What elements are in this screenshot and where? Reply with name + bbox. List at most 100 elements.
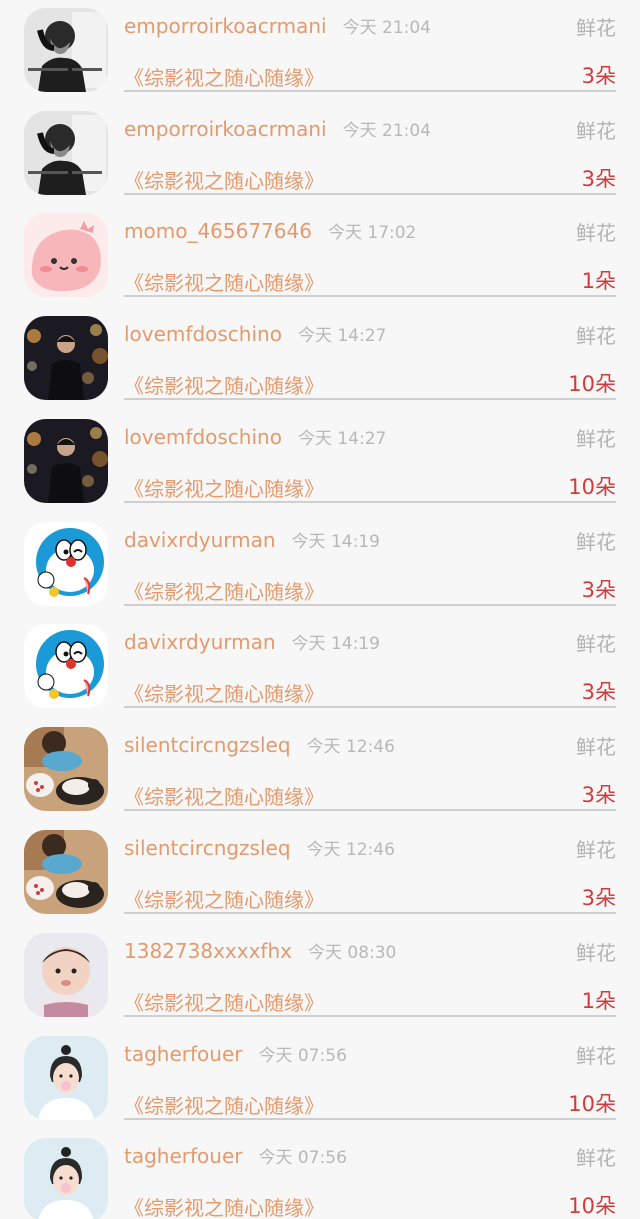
timestamp: 今天 14:27 (297, 429, 387, 449)
username[interactable]: tagherfouer 今天 07:56 (124, 1041, 347, 1066)
list-item[interactable]: tagherfouer 今天 07:56 鲜花 《综影视之随心随缘》 10朵 (0, 1028, 640, 1131)
list-item[interactable]: lovemfdoschino 今天 14:27 鲜花 《综影视之随心随缘》 10朵 (0, 411, 640, 514)
gift-type-label: 鲜花 (576, 119, 616, 143)
username-text[interactable]: tagherfouer (124, 1042, 242, 1066)
gift-type-label: 鲜花 (576, 427, 616, 451)
divider (124, 1118, 616, 1120)
book-title[interactable]: 《综影视之随心随缘》 (124, 473, 324, 502)
username-text[interactable]: davixrdyurman (124, 630, 276, 654)
username[interactable]: lovemfdoschino 今天 14:27 (124, 321, 386, 346)
gift-count: 1朵 (581, 989, 616, 1013)
gift-count: 3朵 (581, 167, 616, 191)
username-text[interactable]: lovemfdoschino (124, 425, 282, 449)
gift-record-list: emporroirkoacrmani 今天 21:04 鲜花 《综影视之随心随缘》… (0, 0, 640, 1219)
divider (124, 90, 616, 92)
list-item[interactable]: tagherfouer 今天 07:56 鲜花 《综影视之随心随缘》 10朵 (0, 1130, 640, 1219)
divider (124, 706, 616, 708)
list-item[interactable]: lovemfdoschino 今天 14:27 鲜花 《综影视之随心随缘》 10朵 (0, 308, 640, 411)
username-text[interactable]: lovemfdoschino (124, 322, 282, 346)
username-text[interactable]: tagherfouer (124, 1144, 242, 1168)
gift-type-label: 鲜花 (576, 16, 616, 40)
timestamp: 今天 21:04 (342, 121, 431, 141)
avatar-night-man[interactable] (24, 316, 108, 400)
timestamp: 今天 07:56 (258, 1046, 347, 1066)
book-title[interactable]: 《综影视之随心随缘》 (124, 267, 324, 296)
timestamp: 今天 12:46 (306, 840, 395, 860)
avatar-child-cat[interactable] (24, 727, 108, 811)
avatar-doraemon[interactable] (24, 624, 108, 708)
timestamp: 今天 14:27 (297, 326, 387, 346)
list-item[interactable]: momo_465677646 今天 17:02 鲜花 《综影视之随心随缘》 1朵 (0, 205, 640, 308)
username[interactable]: silentcircngzsleq 今天 12:46 (124, 732, 395, 757)
gift-type-label: 鲜花 (576, 1044, 616, 1068)
username-text[interactable]: silentcircngzsleq (124, 733, 291, 757)
username[interactable]: momo_465677646 今天 17:02 (124, 218, 416, 243)
book-title[interactable]: 《综影视之随心随缘》 (124, 1192, 324, 1219)
gift-count: 3朵 (581, 886, 616, 910)
avatar-bw-man[interactable] (24, 111, 108, 195)
book-title[interactable]: 《综影视之随心随缘》 (124, 884, 324, 913)
gift-type-label: 鲜花 (576, 1146, 616, 1170)
avatar-girl[interactable] (24, 1036, 108, 1120)
gift-type-label: 鲜花 (576, 632, 616, 656)
list-item[interactable]: silentcircngzsleq 今天 12:46 鲜花 《综影视之随心随缘》 … (0, 719, 640, 822)
list-item[interactable]: davixrdyurman 今天 14:19 鲜花 《综影视之随心随缘》 3朵 (0, 514, 640, 617)
list-item[interactable]: emporroirkoacrmani 今天 21:04 鲜花 《综影视之随心随缘》… (0, 0, 640, 103)
book-title[interactable]: 《综影视之随心随缘》 (124, 370, 324, 399)
gift-count: 10朵 (568, 1194, 616, 1218)
avatar-bw-man[interactable] (24, 8, 108, 92)
book-title[interactable]: 《综影视之随心随缘》 (124, 678, 324, 707)
list-item[interactable]: silentcircngzsleq 今天 12:46 鲜花 《综影视之随心随缘》 … (0, 822, 640, 925)
list-item[interactable]: emporroirkoacrmani 今天 21:04 鲜花 《综影视之随心随缘》… (0, 103, 640, 206)
timestamp: 今天 14:19 (291, 634, 380, 654)
divider (124, 1015, 616, 1017)
gift-type-label: 鲜花 (576, 838, 616, 862)
gift-count: 3朵 (581, 578, 616, 602)
username-text[interactable]: momo_465677646 (124, 219, 312, 243)
divider (124, 193, 616, 195)
avatar-baby[interactable] (24, 933, 108, 1017)
timestamp: 今天 07:56 (258, 1148, 347, 1168)
divider (124, 912, 616, 914)
divider (124, 398, 616, 400)
username[interactable]: silentcircngzsleq 今天 12:46 (124, 835, 395, 860)
username-text[interactable]: davixrdyurman (124, 528, 276, 552)
username[interactable]: 1382738xxxxfhx 今天 08:30 (124, 938, 396, 963)
divider (124, 809, 616, 811)
divider (124, 604, 616, 606)
username[interactable]: davixrdyurman 今天 14:19 (124, 527, 380, 552)
username-text[interactable]: 1382738xxxxfhx (124, 939, 292, 963)
avatar-night-man[interactable] (24, 419, 108, 503)
book-title[interactable]: 《综影视之随心随缘》 (124, 987, 324, 1016)
gift-count: 3朵 (581, 783, 616, 807)
gift-count: 10朵 (568, 372, 616, 396)
avatar-girl[interactable] (24, 1138, 108, 1219)
username[interactable]: emporroirkoacrmani 今天 21:04 (124, 13, 431, 38)
avatar-doraemon[interactable] (24, 522, 108, 606)
list-item[interactable]: 1382738xxxxfhx 今天 08:30 鲜花 《综影视之随心随缘》 1朵 (0, 925, 640, 1028)
username-text[interactable]: emporroirkoacrmani (124, 117, 327, 141)
avatar-pink-cartoon[interactable] (24, 213, 108, 297)
username[interactable]: tagherfouer 今天 07:56 (124, 1143, 347, 1168)
timestamp: 今天 21:04 (342, 18, 431, 38)
username-text[interactable]: silentcircngzsleq (124, 836, 291, 860)
book-title[interactable]: 《综影视之随心随缘》 (124, 576, 324, 605)
gift-count: 3朵 (581, 680, 616, 704)
username-text[interactable]: emporroirkoacrmani (124, 14, 327, 38)
username[interactable]: emporroirkoacrmani 今天 21:04 (124, 116, 431, 141)
avatar-child-cat[interactable] (24, 830, 108, 914)
book-title[interactable]: 《综影视之随心随缘》 (124, 781, 324, 810)
gift-type-label: 鲜花 (576, 941, 616, 965)
gift-count: 10朵 (568, 475, 616, 499)
book-title[interactable]: 《综影视之随心随缘》 (124, 62, 324, 91)
gift-count: 3朵 (581, 64, 616, 88)
username[interactable]: lovemfdoschino 今天 14:27 (124, 424, 386, 449)
timestamp: 今天 12:46 (306, 737, 395, 757)
book-title[interactable]: 《综影视之随心随缘》 (124, 1090, 324, 1119)
list-item[interactable]: davixrdyurman 今天 14:19 鲜花 《综影视之随心随缘》 3朵 (0, 616, 640, 719)
username[interactable]: davixrdyurman 今天 14:19 (124, 629, 380, 654)
gift-type-label: 鲜花 (576, 324, 616, 348)
gift-type-label: 鲜花 (576, 735, 616, 759)
book-title[interactable]: 《综影视之随心随缘》 (124, 165, 324, 194)
gift-type-label: 鲜花 (576, 221, 616, 245)
